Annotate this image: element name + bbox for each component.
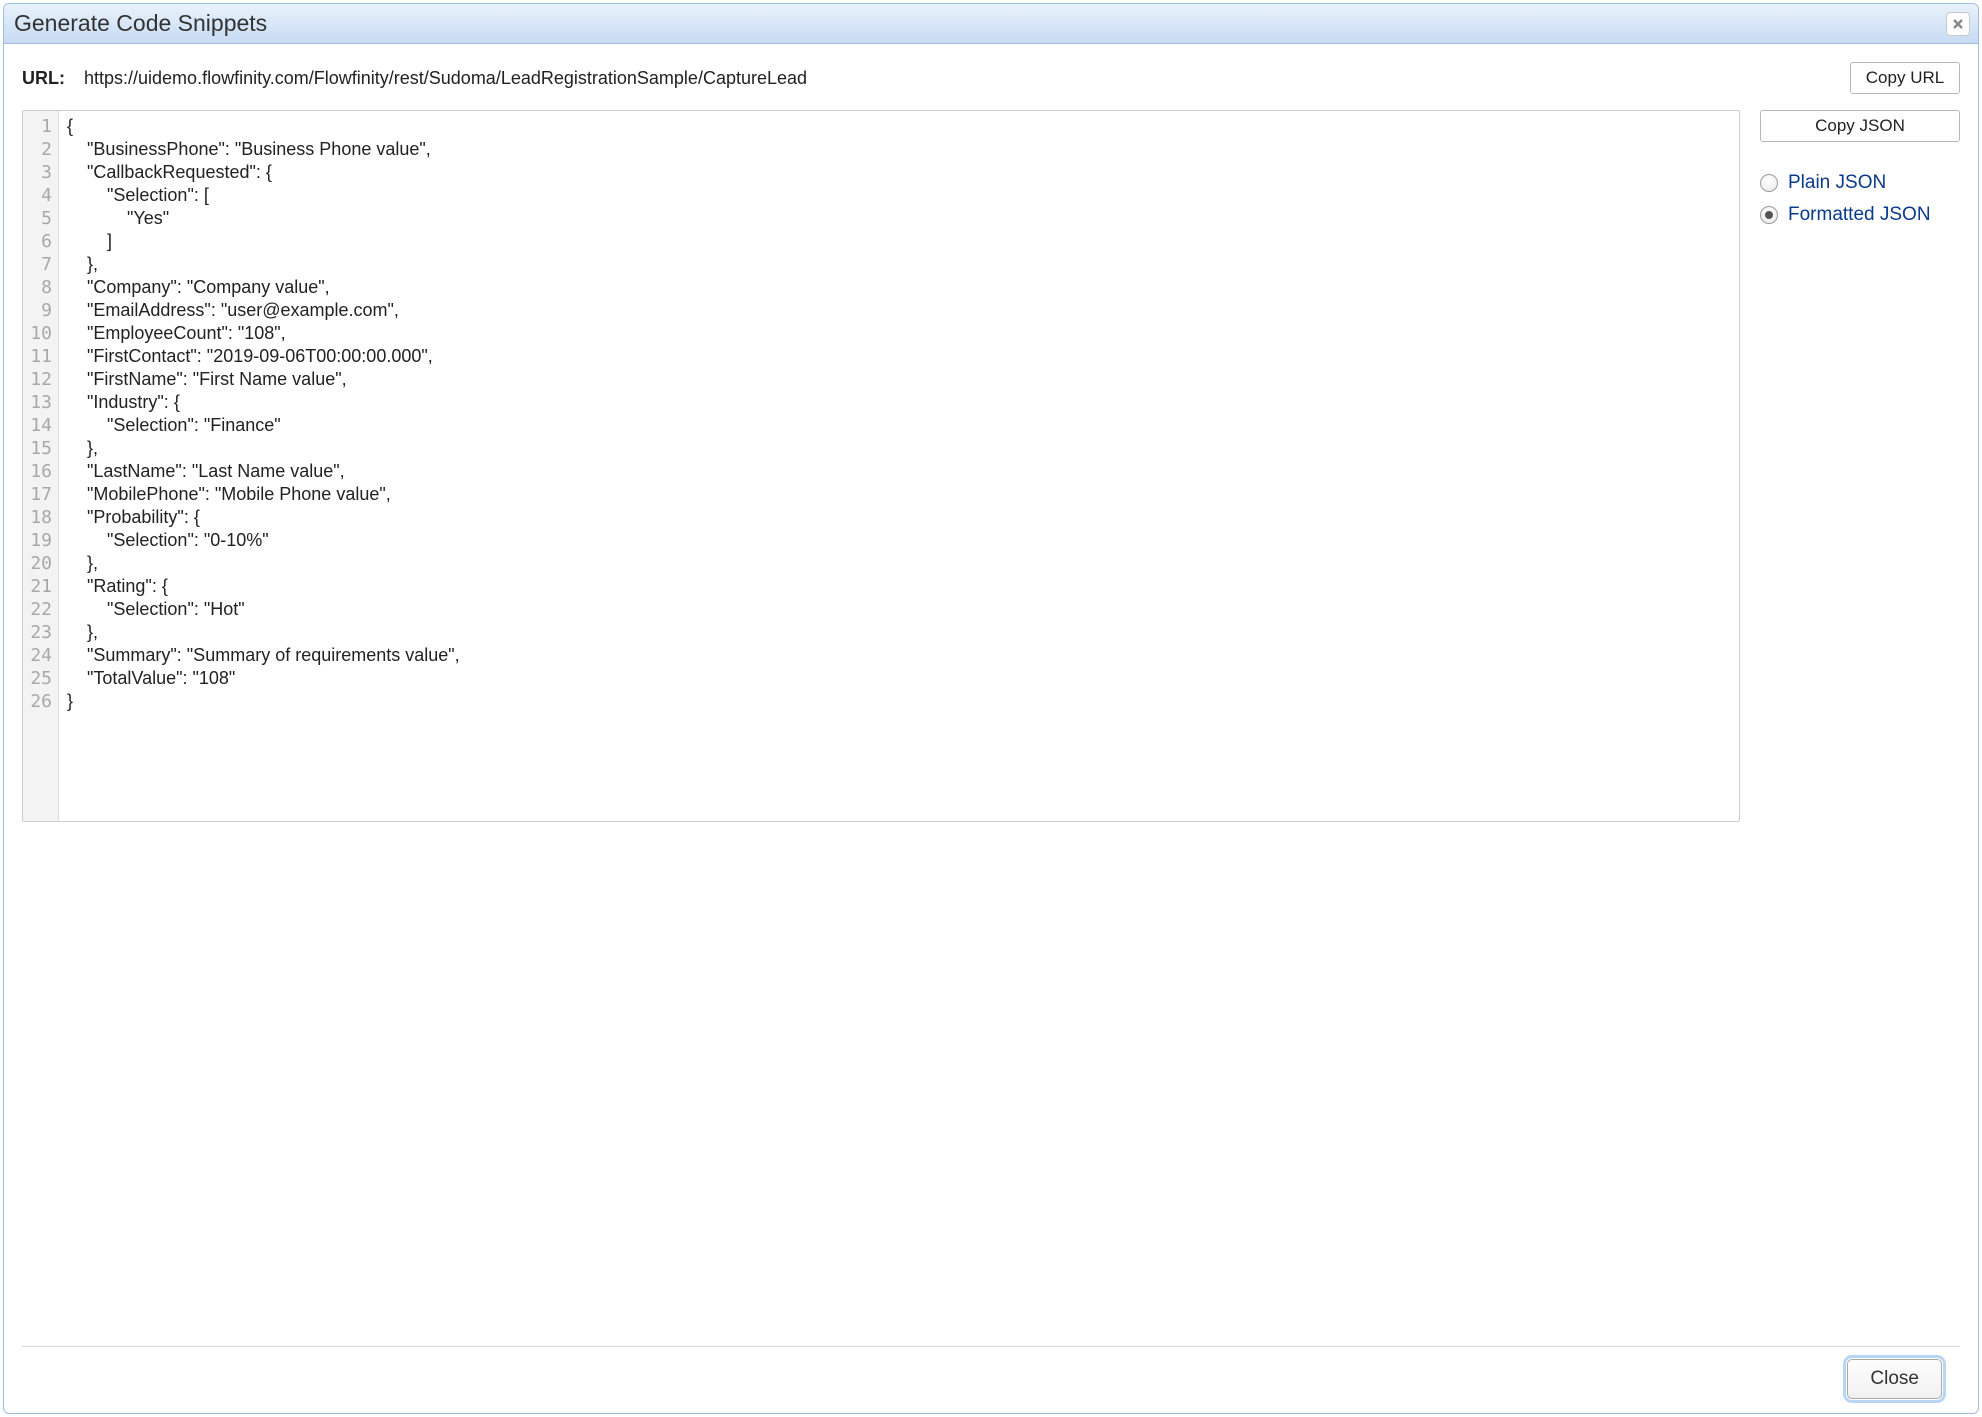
line-number: 15 [29,437,52,460]
code-content[interactable]: { "BusinessPhone": "Business Phone value… [59,111,1739,821]
dialog-title: Generate Code Snippets [14,10,1946,37]
line-number: 23 [29,621,52,644]
radio-formatted-json[interactable]: Formatted JSON [1760,204,1960,226]
radio-icon [1760,174,1778,192]
line-number: 3 [29,161,52,184]
line-number: 6 [29,230,52,253]
close-icon [1952,18,1964,30]
copy-json-button[interactable]: Copy JSON [1760,110,1960,142]
line-number: 22 [29,598,52,621]
line-number: 14 [29,414,52,437]
line-number-gutter: 1234567891011121314151617181920212223242… [23,111,59,821]
close-button[interactable]: Close [1847,1359,1942,1399]
line-number: 11 [29,345,52,368]
format-radio-group: Plain JSON Formatted JSON [1760,172,1960,226]
line-number: 8 [29,276,52,299]
line-number: 18 [29,506,52,529]
url-row: URL: https://uidemo.flowfinity.com/Flowf… [22,62,1960,94]
line-number: 13 [29,391,52,414]
dialog-footer: Close [22,1346,1960,1413]
line-number: 25 [29,667,52,690]
radio-label: Plain JSON [1788,172,1886,194]
line-number: 12 [29,368,52,391]
dialog-titlebar: Generate Code Snippets [4,4,1978,44]
url-value: https://uidemo.flowfinity.com/Flowfinity… [84,68,1836,89]
radio-label: Formatted JSON [1788,204,1931,226]
line-number: 17 [29,483,52,506]
line-number: 26 [29,690,52,713]
line-number: 24 [29,644,52,667]
dialog-body: URL: https://uidemo.flowfinity.com/Flowf… [4,44,1978,1413]
line-number: 4 [29,184,52,207]
url-label: URL: [22,68,70,89]
line-number: 5 [29,207,52,230]
line-number: 9 [29,299,52,322]
radio-plain-json[interactable]: Plain JSON [1760,172,1960,194]
main-area: 1234567891011121314151617181920212223242… [22,110,1960,1336]
line-number: 20 [29,552,52,575]
line-number: 21 [29,575,52,598]
generate-snippets-dialog: Generate Code Snippets URL: https://uide… [3,3,1979,1414]
line-number: 2 [29,138,52,161]
radio-icon [1760,206,1778,224]
line-number: 19 [29,529,52,552]
line-number: 16 [29,460,52,483]
line-number: 1 [29,115,52,138]
line-number: 10 [29,322,52,345]
line-number: 7 [29,253,52,276]
copy-url-button[interactable]: Copy URL [1850,62,1960,94]
code-editor[interactable]: 1234567891011121314151617181920212223242… [22,110,1740,822]
side-panel: Copy JSON Plain JSON Formatted JSON [1760,110,1960,1336]
dialog-close-button[interactable] [1946,12,1970,36]
